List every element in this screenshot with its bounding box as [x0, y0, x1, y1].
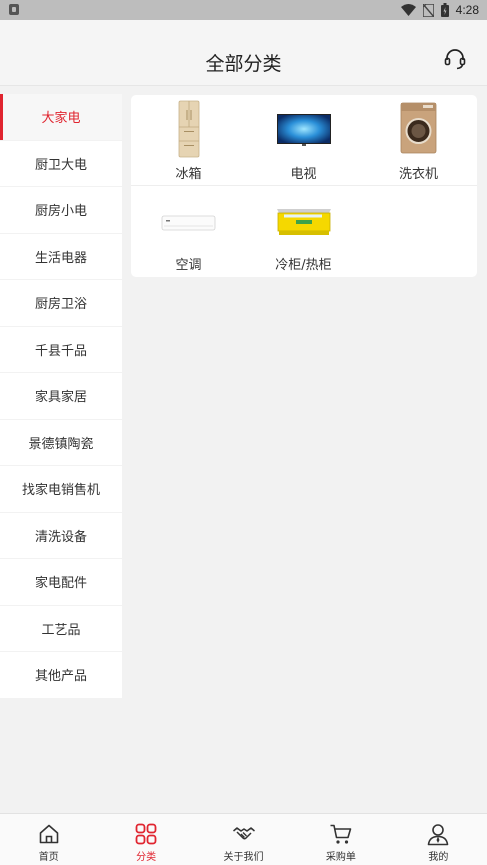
sidebar-item-major-appliances[interactable]: 大家电 [0, 94, 122, 141]
tab-mine[interactable]: 我的 [390, 814, 487, 865]
category-freezer[interactable]: 冷柜/热柜 [246, 186, 361, 277]
sidebar-item-kitchen-small[interactable]: 厨房小电 [0, 187, 122, 234]
wifi-icon [400, 4, 416, 16]
sidebar-item-furniture[interactable]: 家具家居 [0, 373, 122, 420]
cart-icon [330, 824, 352, 844]
category-label: 冰箱 [175, 167, 202, 182]
category-washing-machine[interactable]: 洗衣机 [361, 95, 476, 186]
sidebar-item-county-products[interactable]: 千县千品 [0, 326, 122, 373]
bottom-tab-bar: 首页 分类 关于我们 采购单 我的 [0, 813, 487, 865]
category-label: 电视 [290, 167, 317, 182]
sidebar-item-appliance-seller[interactable]: 找家电销售机 [0, 466, 122, 513]
category-label: 洗衣机 [398, 167, 438, 182]
home-icon [39, 824, 59, 844]
user-icon [428, 824, 449, 846]
subcategory-row: 空调 冷柜/热柜 [131, 186, 477, 277]
sidebar-item-home-appliances[interactable]: 生活电器 [0, 233, 122, 280]
sidebar-item-other-products[interactable]: 其他产品 [0, 652, 122, 699]
no-sim-icon [422, 3, 434, 17]
tab-label: 首页 [38, 852, 59, 863]
refrigerator-icon [178, 100, 200, 158]
handshake-icon [232, 827, 255, 840]
page-title: 全部分类 [205, 53, 282, 75]
category-label: 空调 [175, 258, 202, 273]
category-air-conditioner[interactable]: 空调 [131, 186, 246, 277]
battery-icon [440, 3, 449, 17]
tab-label: 分类 [136, 852, 157, 863]
subcategory-row: 冰箱 电视 洗衣机 [131, 95, 477, 186]
sidebar-item-cleaning-equipment[interactable]: 清洗设备 [0, 512, 122, 559]
air-conditioner-icon [161, 215, 216, 231]
sidebar-item-kitchen-bathroom[interactable]: 厨房卫浴 [0, 280, 122, 327]
category-sidebar: 大家电 厨卫大电 厨房小电 生活电器 厨房卫浴 千县千品 家具家居 景德镇陶瓷 … [0, 94, 122, 699]
tab-label: 采购单 [325, 852, 356, 863]
freezer-icon [277, 209, 331, 235]
status-bar: 4:28 [0, 0, 487, 20]
subcategory-panel: 冰箱 电视 洗衣机 空调 冷柜/热柜 [131, 95, 477, 277]
grid-icon [135, 823, 157, 845]
sidebar-item-appliance-parts[interactable]: 家电配件 [0, 559, 122, 606]
washing-machine-icon [400, 102, 437, 154]
tab-purchase-list[interactable]: 采购单 [292, 814, 389, 865]
tab-category[interactable]: 分类 [97, 814, 194, 865]
tab-label: 关于我们 [223, 852, 264, 863]
status-icons: 4:28 [400, 2, 479, 18]
page-header: 全部分类 [0, 20, 487, 86]
category-refrigerator[interactable]: 冰箱 [131, 95, 246, 186]
category-tv[interactable]: 电视 [246, 95, 361, 186]
headset-icon[interactable] [443, 47, 467, 71]
tab-about-us[interactable]: 关于我们 [195, 814, 292, 865]
sidebar-item-jingdezhen-ceramics[interactable]: 景德镇陶瓷 [0, 419, 122, 466]
tab-label: 我的 [428, 852, 449, 863]
sidebar-item-kitchen-bath-large[interactable]: 厨卫大电 [0, 140, 122, 187]
shield-icon [9, 4, 19, 15]
sidebar-item-crafts[interactable]: 工艺品 [0, 605, 122, 652]
category-label: 冷柜/热柜 [275, 258, 332, 273]
tab-home[interactable]: 首页 [0, 814, 97, 865]
tv-icon [277, 114, 331, 146]
status-time: 4:28 [455, 3, 479, 17]
